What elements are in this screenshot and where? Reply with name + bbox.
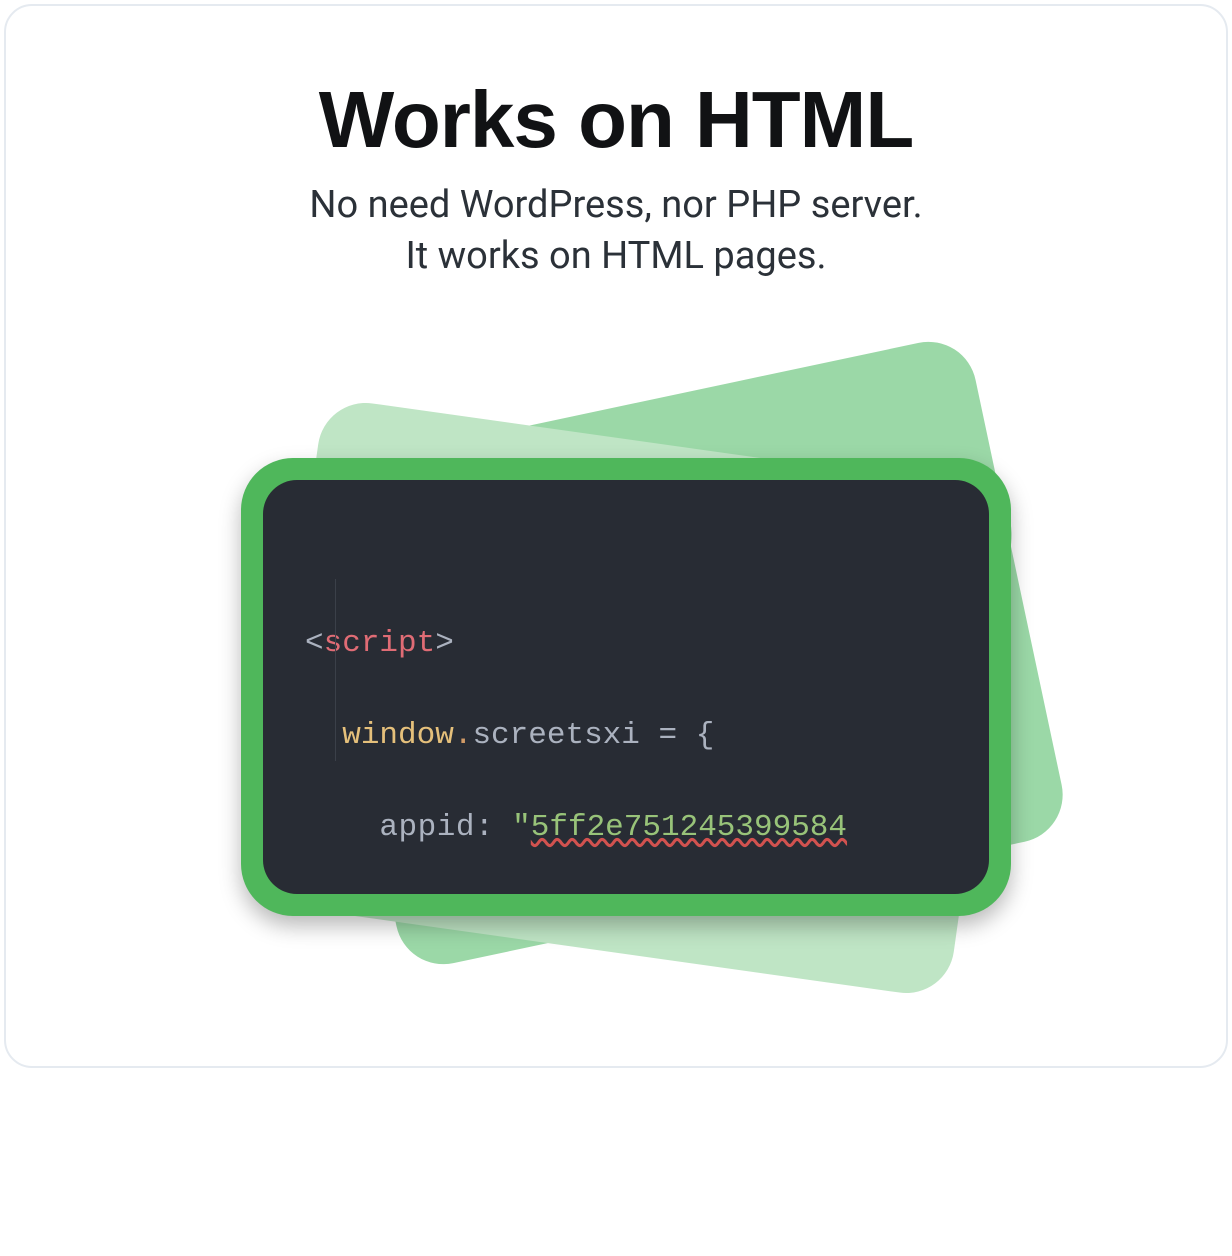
indent-guide xyxy=(335,579,336,761)
code-line-2: window.screetsxi = { xyxy=(305,713,947,759)
code-window-frame: <script> window.screetsxi = { appid: "5f… xyxy=(241,458,1011,916)
code-line-3: appid: "5ff2e751245399584 xyxy=(305,805,947,851)
card-subheading: No need WordPress, nor PHP server. It wo… xyxy=(6,180,1226,283)
code-editor: <script> window.screetsxi = { appid: "5f… xyxy=(263,480,989,894)
subheading-line-2: It works on HTML pages. xyxy=(6,231,1226,282)
code-line-1: <script> xyxy=(305,621,947,667)
card-heading: Works on HTML xyxy=(6,78,1226,162)
code-illustration: <script> window.screetsxi = { appid: "5f… xyxy=(206,353,1026,993)
feature-card: Works on HTML No need WordPress, nor PHP… xyxy=(4,4,1228,1068)
subheading-line-1: No need WordPress, nor PHP server. xyxy=(6,180,1226,231)
